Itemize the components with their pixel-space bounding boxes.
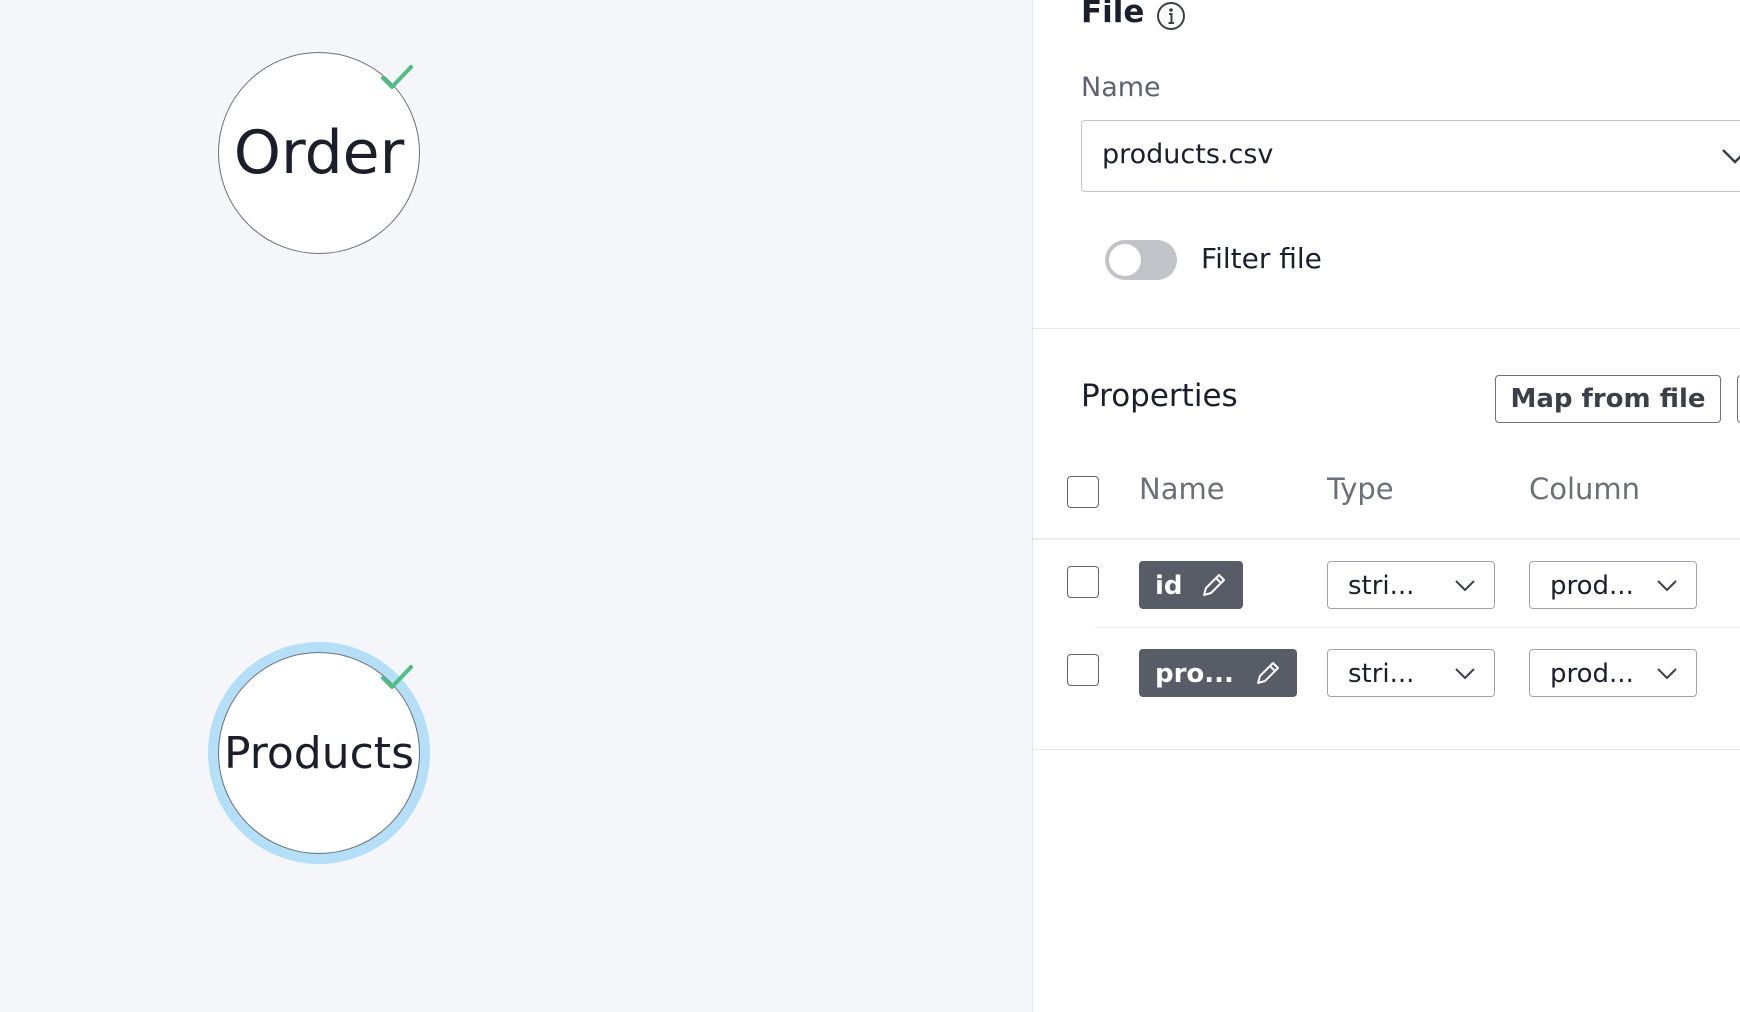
node-label: Order <box>233 118 405 188</box>
filter-file-toggle[interactable] <box>1105 240 1177 280</box>
column-header-column: Column <box>1529 472 1641 506</box>
property-name: id <box>1155 571 1183 601</box>
toggle-knob <box>1109 244 1141 276</box>
chevron-down-icon <box>1657 580 1677 592</box>
property-name: pro... <box>1155 659 1234 689</box>
pencil-icon[interactable] <box>1253 658 1283 688</box>
property-name-chip[interactable]: pro... <box>1139 649 1297 697</box>
chevron-down-icon <box>1455 668 1475 680</box>
type-dropdown[interactable]: stri... <box>1327 561 1495 609</box>
section-divider <box>1033 749 1740 750</box>
type-dropdown[interactable]: stri... <box>1327 649 1495 697</box>
map-from-file-button[interactable]: Map from file <box>1495 375 1721 423</box>
type-value: stri... <box>1348 659 1415 689</box>
file-name-select[interactable]: products.csv <box>1081 120 1740 192</box>
properties-section-title: Properties <box>1081 378 1238 414</box>
chevron-down-icon[interactable] <box>1721 146 1740 166</box>
header-divider <box>1033 538 1740 540</box>
select-all-checkbox[interactable] <box>1067 476 1099 508</box>
chevron-down-icon <box>1657 668 1677 680</box>
row-checkbox[interactable] <box>1067 654 1099 686</box>
type-value: stri... <box>1348 571 1415 601</box>
column-dropdown[interactable]: prod... <box>1529 649 1697 697</box>
column-dropdown[interactable]: prod... <box>1529 561 1697 609</box>
file-name-value: products.csv <box>1102 139 1274 170</box>
section-divider <box>1033 328 1740 329</box>
properties-panel: File Name products.csv Filter file Prope… <box>1032 0 1740 1012</box>
info-icon[interactable] <box>1155 0 1187 32</box>
graph-canvas[interactable]: Order Products <box>0 0 1032 1012</box>
check-icon <box>381 65 413 89</box>
node-label: Products <box>224 727 414 779</box>
pencil-icon[interactable] <box>1199 570 1229 600</box>
column-header-type: Type <box>1327 472 1394 506</box>
row-divider <box>1095 627 1740 628</box>
file-section-title: File <box>1081 0 1145 30</box>
chevron-down-icon <box>1455 580 1475 592</box>
file-name-label: Name <box>1081 72 1161 103</box>
property-name-chip[interactable]: id <box>1139 561 1243 609</box>
filter-file-label: Filter file <box>1201 242 1322 275</box>
column-value: prod... <box>1550 659 1634 689</box>
row-checkbox[interactable] <box>1067 566 1099 598</box>
column-header-name: Name <box>1139 472 1225 506</box>
column-value: prod... <box>1550 571 1634 601</box>
check-icon <box>381 665 413 689</box>
